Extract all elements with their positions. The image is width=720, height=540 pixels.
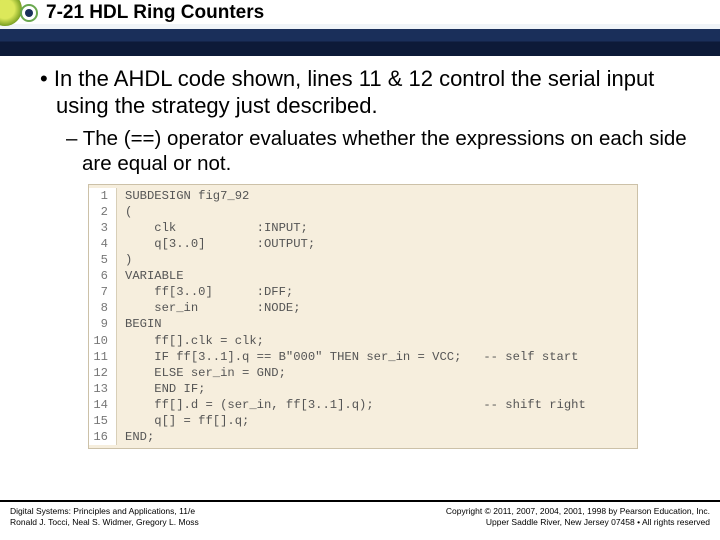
title-bullet-icon	[20, 4, 38, 22]
header-band	[0, 24, 720, 56]
code-line: BEGIN	[117, 316, 162, 332]
code-line: ff[3..0] :DFF;	[117, 284, 293, 300]
footer-right: Copyright © 2011, 2007, 2004, 2001, 1998…	[446, 506, 710, 527]
code-line: ELSE ser_in = GND;	[117, 365, 286, 381]
slide-header: 7-21 HDL Ring Counters	[0, 0, 720, 56]
code-line: clk :INPUT;	[117, 220, 308, 236]
code-line: VARIABLE	[117, 268, 184, 284]
code-line: )	[117, 252, 132, 268]
code-line: IF ff[3..1].q == B"000" THEN ser_in = VC…	[117, 349, 578, 365]
bullet-level2: The (==) operator evaluates whether the …	[40, 126, 692, 176]
footer-copyright: Copyright © 2011, 2007, 2004, 2001, 1998…	[446, 506, 710, 517]
footer-address: Upper Saddle River, New Jersey 07458 • A…	[446, 517, 710, 528]
code-line: q[3..0] :OUTPUT;	[117, 236, 315, 252]
footer-left: Digital Systems: Principles and Applicat…	[10, 506, 199, 527]
code-line: SUBDESIGN fig7_92	[117, 188, 249, 204]
slide-footer: Digital Systems: Principles and Applicat…	[0, 500, 720, 540]
code-line: END;	[117, 429, 154, 445]
code-line: ser_in :NODE;	[117, 300, 301, 316]
footer-book-title: Digital Systems: Principles and Applicat…	[10, 506, 199, 517]
code-listing: 1SUBDESIGN fig7_92 2( 3 clk :INPUT; 4 q[…	[88, 184, 638, 450]
code-line: q[] = ff[].q;	[117, 413, 249, 429]
bullet-level1: In the AHDL code shown, lines 11 & 12 co…	[40, 66, 692, 120]
footer-authors: Ronald J. Tocci, Neal S. Widmer, Gregory…	[10, 517, 199, 528]
code-line: (	[117, 204, 132, 220]
code-line: ff[].d = (ser_in, ff[3..1].q); -- shift …	[117, 397, 586, 413]
slide-title: 7-21 HDL Ring Counters	[46, 2, 264, 24]
slide-body: In the AHDL code shown, lines 11 & 12 co…	[0, 56, 720, 449]
code-line: END IF;	[117, 381, 205, 397]
code-line: ff[].clk = clk;	[117, 333, 264, 349]
